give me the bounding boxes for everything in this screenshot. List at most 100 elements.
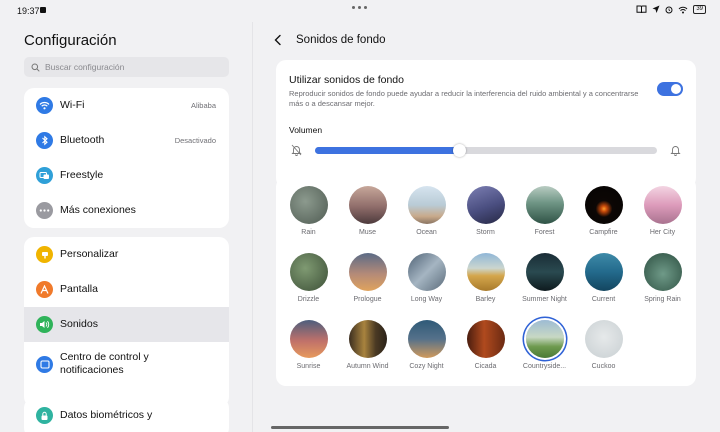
security-group: Datos biométricos y (24, 398, 229, 432)
sound-item[interactable]: Forest (515, 186, 574, 245)
sound-item[interactable]: Barley (456, 253, 515, 312)
volume-slider[interactable] (315, 144, 657, 157)
sound-label: Long Way (410, 296, 443, 303)
sidebar-item-control-center[interactable]: Centro de control y notificaciones (24, 342, 229, 386)
sound-item[interactable]: Campfire (574, 186, 633, 245)
sound-item[interactable]: Summer Night (515, 253, 574, 312)
sound-item[interactable]: Autumn Wind (338, 320, 397, 379)
search-input[interactable] (45, 62, 225, 72)
sidebar-item-label: Bluetooth (60, 134, 105, 146)
toggle-description: Reproducir sonidos de fondo puede ayudar… (289, 89, 639, 108)
sound-item[interactable]: Storm (456, 186, 515, 245)
search-icon (31, 63, 40, 72)
sound-item[interactable]: Cicada (456, 320, 515, 379)
wifi-status-icon (678, 6, 688, 13)
lock-icon (36, 407, 53, 424)
sound-thumbnail (584, 253, 623, 291)
sound-label: Spring Rain (644, 296, 681, 303)
sound-thumbnail (289, 320, 328, 358)
background-sounds-settings: Utilizar sonidos de fondo Reproducir son… (276, 60, 696, 188)
sound-label: Summer Night (522, 296, 567, 303)
notifications-icon (36, 355, 53, 373)
sound-item[interactable]: Her City (633, 186, 692, 245)
wifi-network-value: Alibaba (190, 101, 216, 110)
sidebar-item-personalize[interactable]: Personalizar (24, 237, 229, 272)
home-indicator[interactable] (271, 426, 449, 429)
freestyle-icon (36, 167, 53, 184)
sidebar-item-bluetooth[interactable]: Bluetooth Desactivado (24, 123, 229, 158)
sidebar-item-label: Freestyle (60, 169, 104, 181)
sound-label: Storm (476, 229, 495, 236)
settings-title: Configuración (24, 32, 117, 49)
sound-label: Current (591, 296, 616, 303)
sound-item[interactable]: Long Way (397, 253, 456, 312)
sound-thumbnail (407, 186, 446, 224)
sound-item[interactable]: Cuckoo (574, 320, 633, 379)
status-bar: 19:37 39 (0, 0, 720, 22)
sound-label: Countryside... (522, 363, 567, 370)
background-sounds-page: Sonidos de fondo Utilizar sonidos de fon… (253, 22, 720, 432)
more-icon (36, 202, 53, 219)
sidebar-item-sounds[interactable]: Sonidos (24, 307, 229, 342)
volume-label: Volumen (289, 125, 323, 135)
palette-icon (36, 246, 53, 263)
battery-icon: 39 (693, 5, 706, 14)
sidebar-item-display[interactable]: Pantalla (24, 272, 229, 307)
sound-thumbnail (407, 253, 446, 291)
settings-sidebar: Configuración Wi-Fi Alibaba Bluetooth De… (0, 22, 252, 432)
sound-item[interactable]: Prologue (338, 253, 397, 312)
sound-item[interactable]: Countryside... (515, 320, 574, 379)
sound-thumbnail (466, 186, 505, 224)
bell-muted-icon (291, 144, 302, 156)
sound-thumbnail (643, 186, 682, 224)
sidebar-item-freestyle[interactable]: Freestyle (24, 158, 229, 193)
sound-label: Sunrise (296, 363, 321, 370)
sidebar-item-label: Centro de control y notificaciones (60, 351, 149, 376)
sound-item[interactable]: Muse (338, 186, 397, 245)
bell-icon (670, 146, 681, 156)
sound-thumbnail (466, 253, 505, 291)
sound-thumbnail (407, 320, 446, 358)
volume-slider-thumb[interactable] (452, 144, 466, 157)
sound-thumbnail (348, 320, 387, 358)
sound-item[interactable]: Drizzle (279, 253, 338, 312)
sidebar-item-wifi[interactable]: Wi-Fi Alibaba (24, 88, 229, 123)
sidebar-item-label: Sonidos (60, 318, 98, 330)
sidebar-item-more-connections[interactable]: Más conexiones (24, 193, 229, 228)
sidebar-item-biometrics[interactable]: Datos biométricos y (24, 398, 229, 432)
sound-item[interactable]: Rain (279, 186, 338, 245)
sound-thumbnail (289, 186, 328, 224)
alarm-icon (665, 6, 673, 14)
wifi-icon (36, 97, 53, 114)
multitask-dots-icon[interactable] (352, 6, 367, 9)
sound-item[interactable]: Current (574, 253, 633, 312)
status-icons: 39 (636, 5, 706, 14)
sound-label: Ocean (416, 229, 437, 236)
status-time: 19:37 (17, 6, 40, 16)
sound-thumbnail (584, 186, 623, 224)
sound-label: Her City (649, 229, 676, 236)
background-sounds-toggle[interactable] (657, 82, 683, 96)
sound-item[interactable]: Sunrise (279, 320, 338, 379)
sound-thumbnail (466, 320, 505, 358)
sound-item[interactable]: Ocean (397, 186, 456, 245)
sound-label: Rain (301, 229, 316, 236)
connections-group: Wi-Fi Alibaba Bluetooth Desactivado Free… (24, 88, 229, 228)
sound-label: Cuckoo (591, 363, 616, 370)
sidebar-item-label: Datos biométricos y (60, 409, 153, 421)
back-arrow-icon[interactable] (273, 34, 283, 46)
sound-label: Autumn Wind (346, 363, 389, 370)
volume-slider-fill (315, 147, 459, 154)
display-icon (36, 281, 53, 298)
sound-label: Muse (358, 229, 377, 236)
sound-label: Cicada (474, 363, 497, 370)
sound-item[interactable]: Cozy Night (397, 320, 456, 379)
bluetooth-icon (36, 132, 53, 149)
sidebar-item-label: Pantalla (60, 283, 98, 295)
sound-thumbnail (584, 320, 623, 358)
sound-icon (36, 316, 53, 333)
sound-label: Campfire (589, 229, 618, 236)
sidebar-item-label: Más conexiones (60, 204, 136, 216)
search-bar[interactable] (24, 57, 229, 77)
sound-item[interactable]: Spring Rain (633, 253, 692, 312)
